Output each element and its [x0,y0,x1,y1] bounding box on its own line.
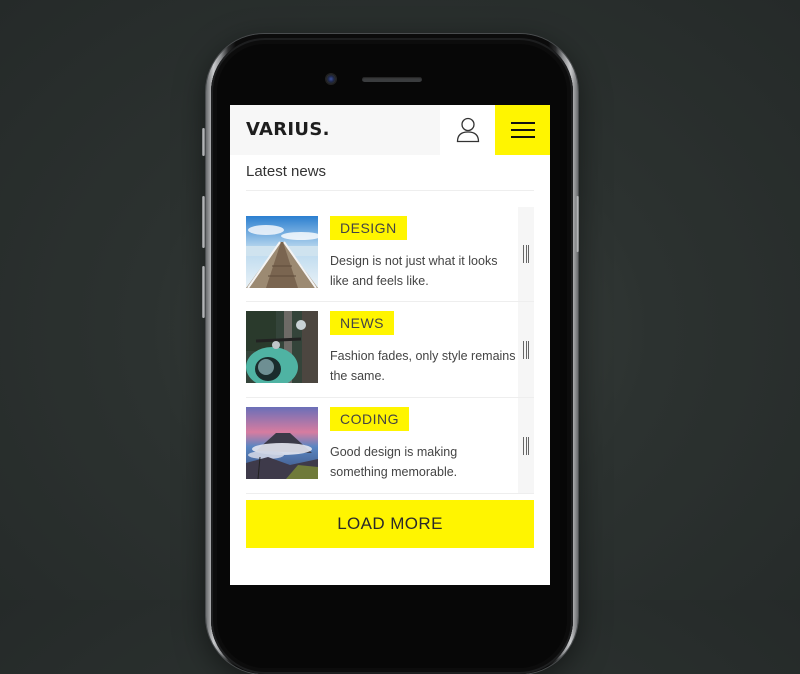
brand-area: VARIUS. [230,105,440,155]
drag-handle[interactable] [518,207,534,301]
drag-handle-icon [523,245,529,263]
top-bar: VARIUS. [230,105,550,155]
phone-mute-switch [202,128,205,156]
phone-screen: VARIUS. Latest news DESIGN Design is not… [230,105,550,585]
drag-handle[interactable] [518,302,534,397]
drag-handle-icon [523,340,529,359]
news-item[interactable]: CODING Good design is making something m… [246,398,534,494]
front-camera [326,74,336,84]
hamburger-menu-icon [510,122,535,138]
news-description: Design is not just what it looks like an… [330,254,498,288]
news-item[interactable]: DESIGN Design is not just what it looks … [246,207,534,302]
volcano-landscape-image [246,407,318,479]
phone-volume-down-button [202,266,205,318]
drag-handle-icon [523,436,529,455]
user-icon [456,117,479,143]
divider [246,190,534,191]
category-tag[interactable]: DESIGN [330,216,407,240]
scooter-image [246,311,318,383]
brand-logo[interactable]: VARIUS. [246,119,330,140]
menu-button[interactable] [495,105,550,155]
earpiece-speaker [362,77,422,82]
news-description: Fashion fades, only style remains the sa… [330,349,516,383]
phone-volume-up-button [202,196,205,248]
section-title: Latest news [246,163,327,180]
news-description: Good design is making something memorabl… [330,445,458,479]
load-more-button[interactable]: LOAD MORE [246,500,534,548]
news-list: DESIGN Design is not just what it looks … [246,207,534,494]
drag-handle[interactable] [518,398,534,493]
category-tag[interactable]: NEWS [330,311,394,335]
category-tag[interactable]: CODING [330,407,409,431]
news-item[interactable]: NEWS Fashion fades, only style remains t… [246,302,534,398]
pier-over-sea-image [246,216,318,288]
user-account-button[interactable] [440,105,495,155]
phone-power-button [576,196,579,252]
